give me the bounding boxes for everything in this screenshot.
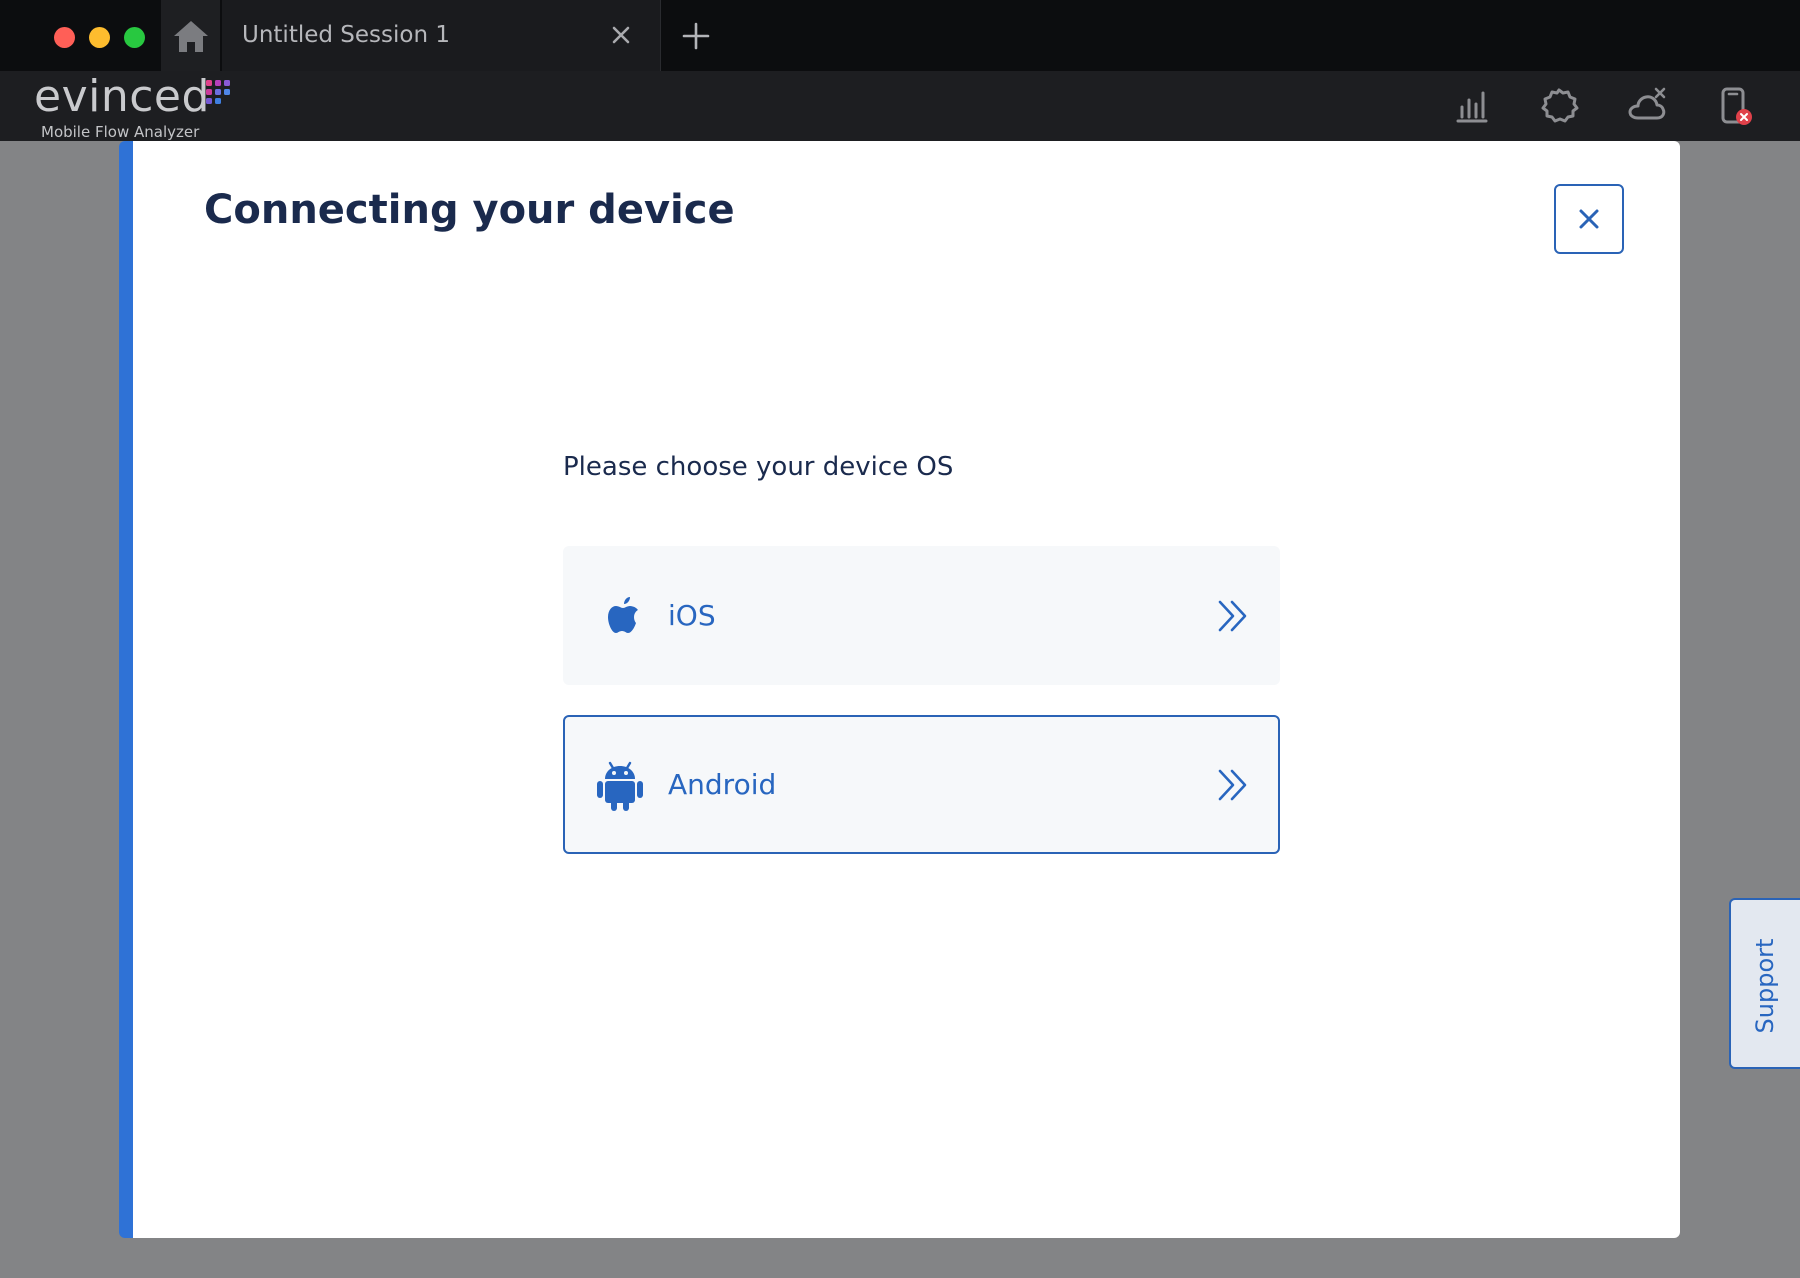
settings-gear-icon[interactable] — [1538, 85, 1580, 127]
logo-subtitle: Mobile Flow Analyzer — [41, 123, 200, 141]
new-tab-icon[interactable] — [680, 20, 712, 52]
apple-icon — [608, 597, 638, 633]
dialog-title: Connecting your device — [204, 187, 735, 233]
bar-chart-icon[interactable] — [1450, 85, 1492, 127]
android-icon — [597, 761, 643, 811]
cloud-disconnected-icon[interactable] — [1626, 85, 1668, 127]
android-option-button[interactable]: Android — [563, 715, 1280, 854]
double-chevron-right-icon — [1218, 600, 1247, 632]
home-button[interactable] — [161, 0, 220, 71]
ios-option-button[interactable]: iOS — [563, 546, 1280, 685]
tab-bar: Untitled Session 1 — [0, 0, 1800, 71]
window-minimize-button[interactable] — [89, 27, 110, 48]
tab-close-icon[interactable] — [608, 22, 634, 48]
window-zoom-button[interactable] — [124, 27, 145, 48]
device-disconnected-icon[interactable] — [1714, 85, 1756, 127]
tab-title: Untitled Session 1 — [242, 22, 450, 48]
app-window: Untitled Session 1 evinced Mobile Flow A… — [0, 0, 1800, 1278]
os-prompt: Please choose your device OS — [563, 452, 954, 482]
logo: evinced — [34, 71, 210, 122]
support-label: Support — [1751, 938, 1779, 1034]
double-chevron-right-icon — [1218, 769, 1247, 801]
dialog-close-button[interactable] — [1554, 184, 1624, 254]
ios-label: iOS — [668, 599, 716, 632]
close-icon — [1579, 209, 1599, 229]
support-tab[interactable]: Support — [1729, 898, 1800, 1069]
app-header: evinced Mobile Flow Analyzer — [0, 71, 1800, 141]
android-label: Android — [668, 768, 777, 801]
tab-session[interactable]: Untitled Session 1 — [222, 0, 661, 71]
connect-device-dialog: Connecting your device Please choose you… — [119, 141, 1680, 1238]
logo-mark-icon — [206, 80, 230, 104]
home-icon — [173, 20, 208, 52]
window-close-button[interactable] — [54, 27, 75, 48]
